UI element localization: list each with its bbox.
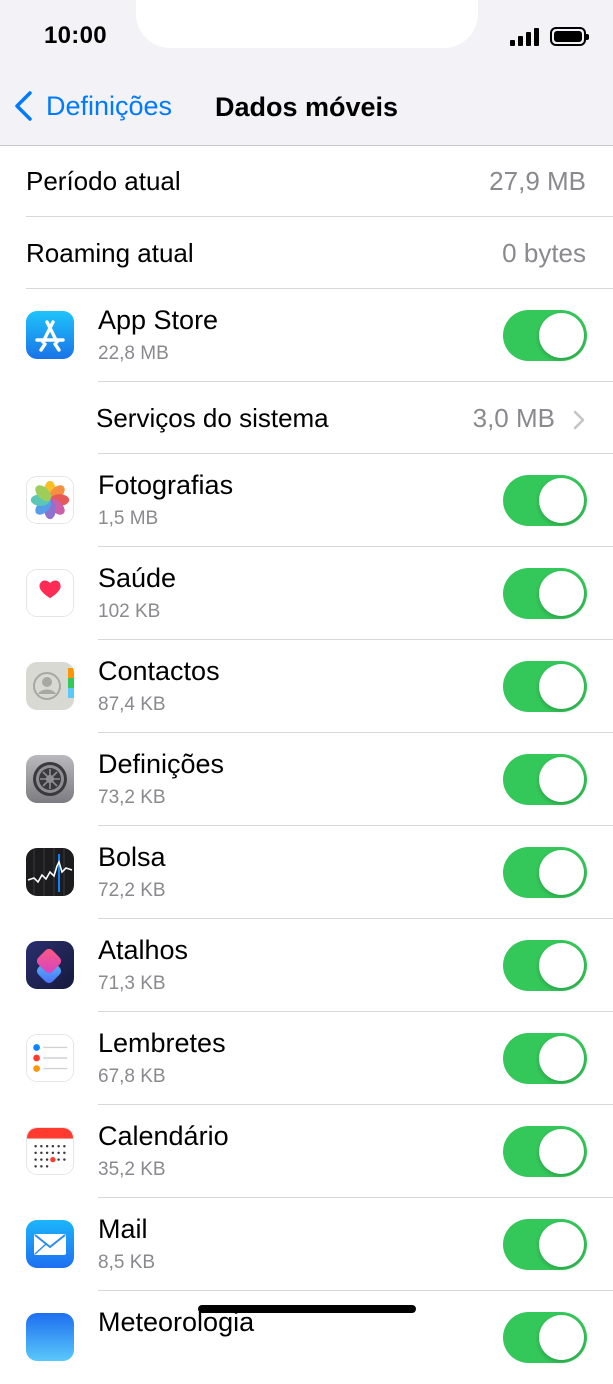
app-row-mail: Mail 8,5 KB [0,1198,613,1291]
app-name: Fotografias [98,470,234,500]
contacts-icon [26,662,74,710]
navigation-bar: Definições Dados móveis [0,60,613,146]
photos-icon [26,476,74,524]
app-name: App Store [98,305,219,335]
cellular-data-list: Período atual 27,9 MB Roaming atual 0 by… [0,145,613,1384]
app-row-calendar: Calendário 35,2 KB [0,1105,613,1198]
shortcuts-toggle[interactable] [503,940,587,991]
health-icon [26,569,74,617]
status-time: 10:00 [44,22,107,49]
stocks-icon [26,848,74,896]
app-data-size: 1,5 MB [98,508,159,529]
settings-icon [26,755,74,803]
app-row-reminders: Lembretes 67,8 KB [0,1012,613,1105]
app-data-size: 102 KB [98,601,161,622]
system-services-value: 3,0 MB [472,403,555,433]
mail-toggle[interactable] [503,1219,587,1270]
signal-icon [510,28,542,46]
app-row-health: Saúde 102 KB [0,547,613,640]
app-data-size: 67,8 KB [98,1066,166,1087]
health-toggle[interactable] [503,568,587,619]
app-name: Saúde [98,563,177,593]
app-name: Atalhos [98,935,189,965]
app-row-settings: Definições 73,2 KB [0,733,613,826]
weather-icon [26,1313,74,1361]
reminders-icon [26,1034,74,1082]
current-roaming-value: 0 bytes [502,238,586,268]
app-row-shortcuts: Atalhos 71,3 KB [0,919,613,1012]
app-name: Bolsa [98,842,166,872]
system-services-row[interactable]: Serviços do sistema 3,0 MB [0,382,613,454]
photos-toggle[interactable] [503,475,587,526]
page-title: Dados móveis [214,92,399,122]
status-bar: 10:00 [0,0,613,60]
app-data-size: 35,2 KB [98,1159,166,1180]
stocks-toggle[interactable] [503,847,587,898]
app-data-size: 72,2 KB [98,880,166,901]
app-name: Contactos [98,656,220,686]
chevron-right-icon [573,410,585,430]
calendar-toggle[interactable] [503,1126,587,1177]
app-row-contacts: Contactos 87,4 KB [0,640,613,733]
system-services-label: Serviços do sistema [96,403,329,433]
home-indicator[interactable] [198,1305,416,1313]
app-name: Mail [98,1214,148,1244]
settings-toggle[interactable] [503,754,587,805]
app-data-size: 8,5 KB [98,1252,156,1273]
current-period-row: Período atual 27,9 MB [0,145,613,217]
reminders-toggle[interactable] [503,1033,587,1084]
app-store-toggle[interactable] [503,310,587,361]
app-name: Lembretes [98,1028,226,1058]
app-row-stocks: Bolsa 72,2 KB [0,826,613,919]
contacts-toggle[interactable] [503,661,587,712]
app-store-icon [26,311,74,359]
notch [136,0,478,48]
app-data-size: 22,8 MB [98,343,169,364]
battery-icon [550,27,589,46]
calendar-icon [26,1127,74,1175]
shortcuts-icon [26,941,74,989]
app-data-size: 71,3 KB [98,973,166,994]
weather-toggle[interactable] [503,1312,587,1363]
current-period-value: 27,9 MB [489,166,586,196]
current-period-label: Período atual [26,166,181,196]
app-name: Calendário [98,1121,229,1151]
app-row-photos: Fotografias 1,5 MB [0,454,613,547]
current-roaming-label: Roaming atual [26,238,194,268]
mail-icon [26,1220,74,1268]
app-name: Definições [98,749,225,779]
current-roaming-row: Roaming atual 0 bytes [0,217,613,289]
app-data-size: 73,2 KB [98,787,166,808]
app-row-app-store: App Store 22,8 MB [0,289,613,382]
app-data-size: 87,4 KB [98,694,166,715]
